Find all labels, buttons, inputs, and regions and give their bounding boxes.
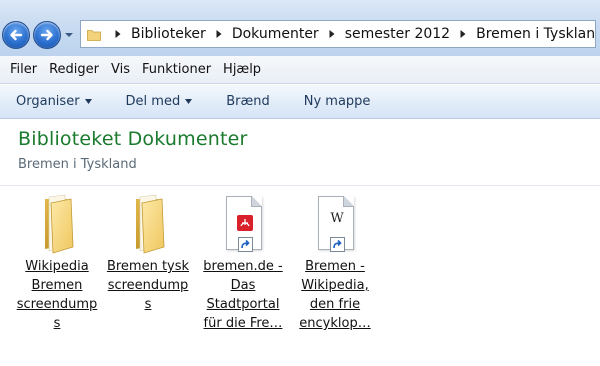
command-bar: Organiser Del med Brænd Ny mappe (0, 85, 600, 119)
menu-file[interactable]: Filer (0, 62, 43, 77)
shortcut-arrow-icon (330, 237, 345, 252)
back-arrow-icon (10, 29, 23, 41)
shortcut-arrow-icon (238, 237, 253, 252)
forward-button[interactable] (33, 21, 61, 49)
file-item[interactable]: bremen.de - Das Stadtportal für die Fre… (200, 193, 286, 333)
chevron-right-icon[interactable] (328, 29, 336, 39)
menu-view[interactable]: Vis (105, 62, 136, 77)
burn-button[interactable]: Brænd (216, 94, 280, 109)
wikipedia-logo-icon: W (330, 211, 344, 226)
chevron-right-icon[interactable] (215, 29, 223, 39)
forward-arrow-icon (40, 29, 53, 41)
breadcrumb-semester[interactable]: semester 2012 (345, 26, 450, 42)
dropdown-arrow-icon (84, 99, 92, 104)
document-icon (226, 196, 262, 252)
share-with-label: Del med (125, 94, 181, 109)
file-label: Wikipedia Bremen screendumps (16, 259, 98, 331)
document-icon: W (318, 196, 354, 252)
file-item[interactable]: Wikipedia Bremen screendumps (14, 193, 100, 333)
folder-icon (118, 193, 178, 255)
folder-icon (87, 29, 101, 41)
library-title: Biblioteket Dokumenter (18, 128, 248, 150)
share-with-button[interactable]: Del med (116, 94, 203, 109)
library-subtitle: Bremen i Tyskland (18, 157, 137, 172)
file-label: bremen.de - Das Stadtportal für die Fre… (203, 259, 283, 331)
breadcrumb-libraries[interactable]: Biblioteker (131, 26, 206, 42)
divider (0, 185, 600, 186)
file-item[interactable]: W Bremen - Wikipedia, den frie encyklop… (292, 193, 378, 333)
organize-button[interactable]: Organiser (0, 94, 102, 109)
back-button[interactable] (2, 21, 30, 49)
chevron-right-icon[interactable] (459, 29, 467, 39)
new-folder-button[interactable]: Ny mappe (294, 94, 381, 109)
navigation-bar: Biblioteker Dokumenter semester 2012 Bre… (0, 0, 600, 56)
menu-bar: Filer Rediger Vis Funktioner Hjælp (0, 56, 600, 84)
wikipedia-shortcut-icon: W (305, 193, 365, 255)
burn-label: Brænd (226, 94, 270, 109)
menu-tools[interactable]: Funktioner (136, 62, 217, 77)
dropdown-arrow-icon (185, 99, 193, 104)
breadcrumb-bremen[interactable]: Bremen i Tyskland (476, 26, 595, 42)
chevron-down-icon[interactable] (64, 30, 74, 40)
pdf-shortcut-icon (213, 193, 273, 255)
file-label: Bremen - Wikipedia, den frie encyklop… (299, 259, 371, 331)
file-item[interactable]: Bremen tysk screendumps (105, 193, 191, 314)
breadcrumb-documents[interactable]: Dokumenter (232, 26, 319, 42)
organize-label: Organiser (16, 94, 80, 109)
menu-help[interactable]: Hjælp (217, 62, 267, 77)
folder-icon (27, 193, 87, 255)
pdf-icon (237, 215, 253, 231)
new-folder-label: Ny mappe (303, 94, 371, 109)
address-bar[interactable]: Biblioteker Dokumenter semester 2012 Bre… (80, 20, 596, 48)
menu-edit[interactable]: Rediger (43, 62, 105, 77)
chevron-right-icon[interactable] (114, 29, 122, 39)
file-label: Bremen tysk screendumps (106, 259, 190, 312)
